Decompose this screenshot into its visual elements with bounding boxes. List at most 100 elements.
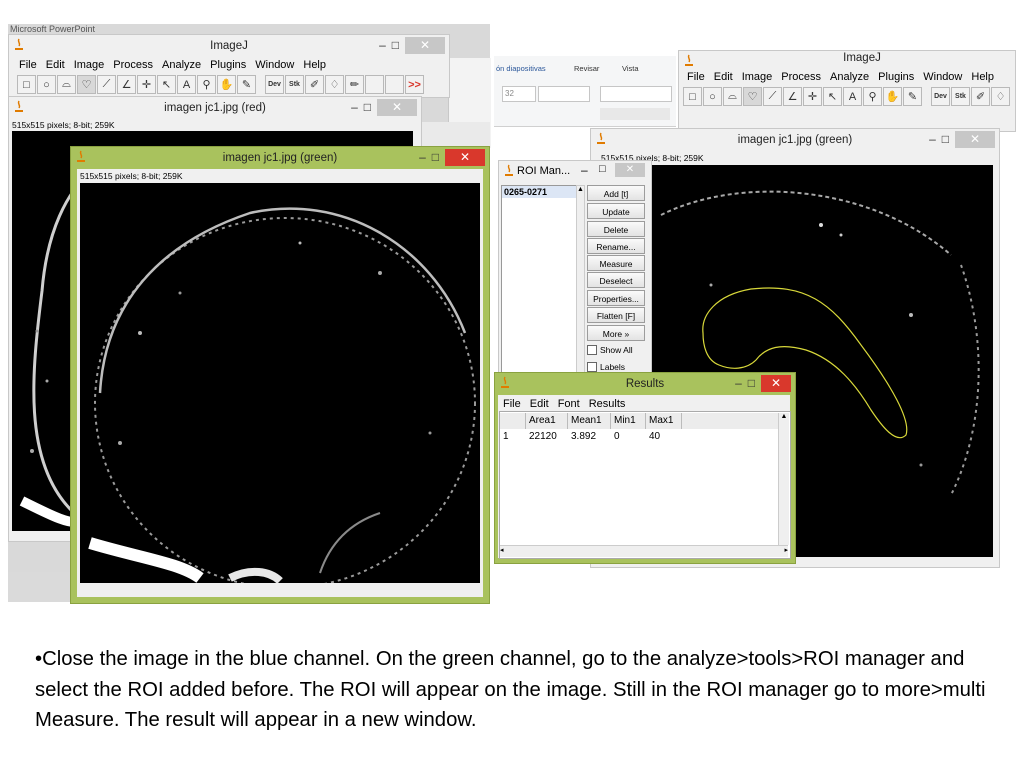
roi-measure-button[interactable]: Measure bbox=[587, 255, 645, 271]
freehand-tool-icon[interactable]: ♡ bbox=[743, 87, 762, 106]
ppt-tab-diapositivas[interactable]: ón diapositivas bbox=[496, 64, 546, 73]
stk-tool-button[interactable]: Stk bbox=[285, 75, 304, 94]
maximize-button[interactable]: □ bbox=[748, 376, 755, 390]
dropper-tool-icon[interactable]: ✎ bbox=[237, 75, 256, 94]
roi-add-button[interactable]: Add [t] bbox=[587, 185, 645, 201]
results-menu-results[interactable]: Results bbox=[589, 398, 626, 410]
point-tool-icon[interactable]: ✛ bbox=[137, 75, 156, 94]
menu-edit[interactable]: Edit bbox=[46, 59, 65, 71]
line-tool-icon[interactable]: ⟋ bbox=[763, 87, 782, 106]
menu-process[interactable]: Process bbox=[113, 59, 153, 71]
angle-tool-icon[interactable]: ∠ bbox=[783, 87, 802, 106]
minimize-button[interactable]: – bbox=[929, 132, 936, 146]
labels-checkbox[interactable]: Labels bbox=[587, 362, 625, 372]
menu-analyze[interactable]: Analyze bbox=[830, 71, 869, 83]
fill-tool-icon[interactable]: ♢ bbox=[325, 75, 344, 94]
angle-tool-icon[interactable]: ∠ bbox=[117, 75, 136, 94]
results-col-max[interactable]: Max1 bbox=[646, 413, 682, 429]
oval-tool-icon[interactable]: ○ bbox=[37, 75, 56, 94]
close-button[interactable]: ✕ bbox=[445, 148, 485, 166]
roi-delete-button[interactable]: Delete bbox=[587, 221, 645, 237]
menu-help[interactable]: Help bbox=[971, 71, 994, 83]
menu-plugins[interactable]: Plugins bbox=[210, 59, 246, 71]
close-button[interactable]: ✕ bbox=[955, 130, 995, 148]
brush-tool-icon[interactable]: ✐ bbox=[305, 75, 324, 94]
roi-list[interactable]: 0265-0271 bbox=[501, 185, 577, 377]
checkbox-box[interactable] bbox=[587, 345, 597, 355]
maximize-button[interactable]: □ bbox=[364, 100, 371, 114]
results-col-index[interactable] bbox=[500, 413, 526, 429]
roi-more-button[interactable]: More » bbox=[587, 325, 645, 341]
empty-tool-slot-2[interactable] bbox=[385, 75, 404, 94]
freehand-tool-icon[interactable]: ♡ bbox=[77, 75, 96, 94]
menu-process[interactable]: Process bbox=[781, 71, 821, 83]
roi-list-item[interactable]: 0265-0271 bbox=[502, 186, 576, 198]
roi-update-button[interactable]: Update bbox=[587, 203, 645, 219]
results-menu-font[interactable]: Font bbox=[558, 398, 580, 410]
results-menu-file[interactable]: File bbox=[503, 398, 521, 410]
roi-list-scrollbar[interactable]: ▲ bbox=[576, 185, 585, 375]
wand-tool-icon[interactable]: ↖ bbox=[157, 75, 176, 94]
empty-tool-slot[interactable] bbox=[365, 75, 384, 94]
show-all-checkbox[interactable]: Show All bbox=[587, 345, 633, 355]
wand-tool-icon[interactable]: ↖ bbox=[823, 87, 842, 106]
menu-analyze[interactable]: Analyze bbox=[162, 59, 201, 71]
checkbox-box[interactable] bbox=[587, 362, 597, 372]
roi-rename-button[interactable]: Rename... bbox=[587, 238, 645, 254]
menu-file[interactable]: File bbox=[687, 71, 705, 83]
roi-maximize-button[interactable]: □ bbox=[599, 163, 606, 175]
close-button[interactable]: ✕ bbox=[377, 98, 417, 116]
oval-tool-icon[interactable]: ○ bbox=[703, 87, 722, 106]
table-row[interactable]: 1 22120 3.892 0 40 bbox=[500, 431, 682, 442]
image-canvas-green-left[interactable] bbox=[80, 183, 480, 589]
hand-tool-icon[interactable]: ✋ bbox=[883, 87, 902, 106]
rectangle-tool-icon[interactable]: □ bbox=[683, 87, 702, 106]
close-button[interactable]: ✕ bbox=[761, 374, 791, 392]
menu-file[interactable]: File bbox=[19, 59, 37, 71]
maximize-button[interactable]: □ bbox=[942, 132, 949, 146]
more-tools-button[interactable]: >> bbox=[405, 75, 424, 94]
minimize-button[interactable]: – bbox=[735, 376, 742, 390]
rectangle-tool-icon[interactable]: □ bbox=[17, 75, 36, 94]
text-tool-icon[interactable]: A bbox=[177, 75, 196, 94]
ppt-tab-revisar[interactable]: Revisar bbox=[574, 64, 599, 73]
menu-image[interactable]: Image bbox=[74, 59, 105, 71]
roi-flatten-button[interactable]: Flatten [F] bbox=[587, 307, 645, 323]
text-tool-icon[interactable]: A bbox=[843, 87, 862, 106]
roi-close-button[interactable]: ✕ bbox=[615, 163, 645, 177]
close-button[interactable]: ✕ bbox=[405, 36, 445, 54]
results-col-mean[interactable]: Mean1 bbox=[568, 413, 611, 429]
pencil-tool-icon[interactable]: ✏ bbox=[345, 75, 364, 94]
brush-tool-icon[interactable]: ✐ bbox=[971, 87, 990, 106]
ppt-tab-vista[interactable]: Vista bbox=[622, 64, 639, 73]
hand-tool-icon[interactable]: ✋ bbox=[217, 75, 236, 94]
maximize-button[interactable]: □ bbox=[392, 38, 399, 52]
menu-window[interactable]: Window bbox=[923, 71, 962, 83]
menu-image[interactable]: Image bbox=[742, 71, 773, 83]
minimize-button[interactable]: – bbox=[379, 38, 386, 52]
menu-window[interactable]: Window bbox=[255, 59, 294, 71]
point-tool-icon[interactable]: ✛ bbox=[803, 87, 822, 106]
dev-tool-button[interactable]: Dev bbox=[931, 87, 950, 106]
font-size-box[interactable]: 32 bbox=[502, 86, 536, 102]
magnifier-tool-icon[interactable]: ⚲ bbox=[863, 87, 882, 106]
fill-tool-icon[interactable]: ♢ bbox=[991, 87, 1010, 106]
polygon-tool-icon[interactable]: ⌓ bbox=[723, 87, 742, 106]
maximize-button[interactable]: □ bbox=[432, 150, 439, 164]
stk-tool-button[interactable]: Stk bbox=[951, 87, 970, 106]
roi-properties-button[interactable]: Properties... bbox=[587, 290, 645, 306]
dropper-tool-icon[interactable]: ✎ bbox=[903, 87, 922, 106]
results-horizontal-scrollbar[interactable]: ◂ ▸ bbox=[500, 545, 788, 557]
magnifier-tool-icon[interactable]: ⚲ bbox=[197, 75, 216, 94]
roi-deselect-button[interactable]: Deselect bbox=[587, 272, 645, 288]
roi-minimize-button[interactable]: – bbox=[581, 163, 588, 177]
minimize-button[interactable]: – bbox=[419, 150, 426, 164]
results-menu-edit[interactable]: Edit bbox=[530, 398, 549, 410]
dev-tool-button[interactable]: Dev bbox=[265, 75, 284, 94]
menu-plugins[interactable]: Plugins bbox=[878, 71, 914, 83]
results-col-min[interactable]: Min1 bbox=[611, 413, 646, 429]
results-col-area[interactable]: Area1 bbox=[526, 413, 568, 429]
minimize-button[interactable]: – bbox=[351, 100, 358, 114]
line-tool-icon[interactable]: ⟋ bbox=[97, 75, 116, 94]
results-vertical-scrollbar[interactable]: ▲ bbox=[778, 413, 789, 545]
